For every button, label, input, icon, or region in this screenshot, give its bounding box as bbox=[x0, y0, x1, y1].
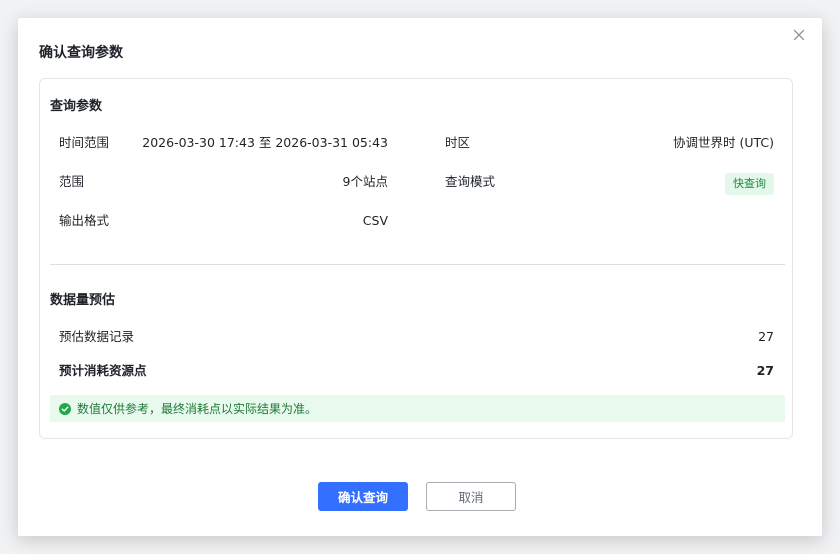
check-circle-icon bbox=[59, 402, 71, 415]
query-summary-card: 查询参数 时间范围 2026-03-30 17:43 至 2026-03-31 … bbox=[39, 78, 793, 439]
output-format-label: 输出格式 bbox=[59, 213, 110, 228]
records-value: 27 bbox=[758, 329, 774, 344]
estimate-notice: 数值仅供参考，最终消耗点以实际结果为准。 bbox=[50, 395, 785, 422]
scope-label: 范围 bbox=[59, 174, 85, 189]
records-label: 预估数据记录 bbox=[59, 329, 135, 344]
cancel-button[interactable]: 取消 bbox=[426, 482, 516, 511]
timezone-label: 时区 bbox=[445, 135, 471, 150]
close-icon bbox=[793, 29, 805, 41]
cost-value: 27 bbox=[756, 363, 774, 378]
close-button[interactable] bbox=[790, 26, 808, 44]
notice-text: 数值仅供参考，最终消耗点以实际结果为准。 bbox=[77, 401, 318, 416]
output-format-value: CSV bbox=[362, 213, 388, 228]
scope-value: 9个站点 bbox=[342, 174, 388, 189]
query-params-title: 查询参数 bbox=[50, 99, 103, 114]
confirm-query-dialog: 确认查询参数 查询参数 时间范围 2026-03-30 17:43 至 2026… bbox=[18, 18, 822, 536]
time-range-value: 2026-03-30 17:43 至 2026-03-31 05:43 bbox=[142, 135, 388, 150]
section-divider bbox=[50, 264, 785, 265]
timezone-value: 协调世界时 (UTC) bbox=[672, 135, 774, 150]
query-mode-badge: 快查询 bbox=[725, 173, 774, 195]
query-mode-label: 查询模式 bbox=[445, 174, 496, 189]
cost-label: 预计消耗资源点 bbox=[59, 363, 147, 378]
dialog-title: 确认查询参数 bbox=[39, 45, 123, 61]
confirm-query-button[interactable]: 确认查询 bbox=[318, 482, 408, 511]
time-range-label: 时间范围 bbox=[59, 135, 110, 150]
estimate-title: 数据量预估 bbox=[50, 293, 116, 308]
